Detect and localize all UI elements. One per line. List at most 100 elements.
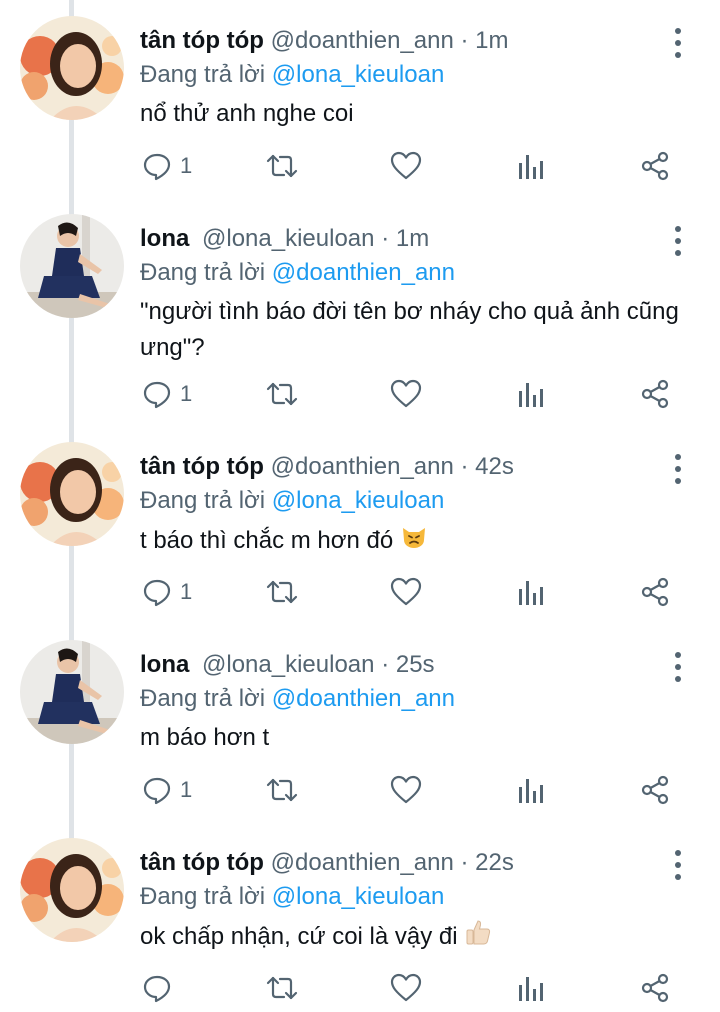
more-options-icon[interactable] [664, 652, 692, 682]
views-icon [519, 977, 543, 1001]
action-bar: 1 [0, 148, 720, 184]
display-name[interactable]: tân tóp tóp [140, 849, 264, 876]
display-name[interactable]: tân tóp tóp [140, 27, 264, 54]
like-button[interactable] [390, 148, 422, 184]
display-name[interactable]: tân tóp tóp [140, 453, 264, 480]
more-options-icon[interactable] [664, 850, 692, 880]
reply-button[interactable]: 1 [142, 772, 192, 808]
views-button[interactable] [517, 772, 545, 808]
share-icon [641, 973, 669, 1003]
timestamp[interactable]: 25s [396, 651, 435, 678]
replying-to: Đang trả lời @doanthien_ann [140, 684, 455, 714]
reply-count: 1 [180, 381, 193, 406]
timestamp[interactable]: 1m [475, 27, 508, 54]
retweet-button[interactable] [264, 772, 300, 808]
replying-to: Đang trả lời @doanthien_ann [140, 258, 455, 288]
reply-icon [143, 975, 171, 1003]
tweet-text-row: ok chấp nhận, cứ coi là vậy đi [140, 918, 700, 957]
views-button[interactable] [517, 574, 545, 610]
tweet-text: m báo hơn t [140, 724, 270, 751]
reply-count: 1 [180, 153, 193, 178]
timestamp[interactable]: 42s [475, 453, 514, 480]
views-icon [519, 581, 543, 605]
avatar[interactable] [20, 214, 124, 318]
timestamp[interactable]: 22s [475, 849, 514, 876]
share-button[interactable] [640, 376, 670, 412]
separator-dot: · [381, 225, 390, 252]
views-button[interactable] [517, 970, 545, 1006]
replying-prefix: Đang trả lời [140, 259, 266, 286]
mention-link[interactable]: @lona_kieuloan [272, 61, 445, 88]
share-button[interactable] [640, 772, 670, 808]
share-button[interactable] [640, 574, 670, 610]
tweet[interactable]: tân tóp tóp @doanthien_ann · 42s Đang tr… [0, 442, 720, 638]
retweet-icon [266, 382, 298, 406]
more-options-icon[interactable] [664, 226, 692, 256]
avatar[interactable] [20, 442, 124, 546]
replying-prefix: Đang trả lời [140, 61, 266, 88]
like-icon [390, 379, 422, 408]
replying-to: Đang trả lời @lona_kieuloan [140, 882, 444, 912]
share-button[interactable] [640, 970, 670, 1006]
user-handle[interactable]: @doanthien_ann [271, 849, 454, 876]
tweet[interactable]: tân tóp tóp @doanthien_ann · 22s Đang tr… [0, 838, 720, 1012]
more-options-icon[interactable] [664, 454, 692, 484]
retweet-button[interactable] [264, 376, 300, 412]
retweet-button[interactable] [264, 970, 300, 1006]
like-button[interactable] [390, 574, 422, 610]
reply-button[interactable]: 1 [142, 574, 192, 610]
views-button[interactable] [517, 148, 545, 184]
mention-link[interactable]: @lona_kieuloan [272, 487, 445, 514]
separator-dot: · [460, 453, 469, 480]
share-icon [641, 577, 669, 607]
avatar[interactable] [20, 838, 124, 942]
separator-dot: · [381, 651, 390, 678]
mention-link[interactable]: @lona_kieuloan [272, 883, 445, 910]
user-handle[interactable]: @doanthien_ann [271, 27, 454, 54]
action-bar: 1 [0, 574, 720, 610]
action-bar: 1 [0, 376, 720, 412]
pouting-cat-emoji [400, 522, 428, 561]
user-handle[interactable]: @lona_kieuloan [202, 225, 375, 252]
separator-dot: · [460, 849, 469, 876]
reply-count: 1 [180, 579, 193, 604]
reply-icon [143, 153, 171, 181]
user-handle[interactable]: @doanthien_ann [271, 453, 454, 480]
display-name[interactable]: lona [140, 225, 189, 252]
tweet[interactable]: lona @lona_kieuloan · 1m Đang trả lời @d… [0, 214, 720, 442]
reply-icon [143, 777, 171, 805]
share-button[interactable] [640, 148, 670, 184]
retweet-button[interactable] [264, 148, 300, 184]
reply-button[interactable] [142, 970, 180, 1006]
mention-link[interactable]: @doanthien_ann [272, 259, 455, 286]
display-name[interactable]: lona [140, 651, 189, 678]
reply-button[interactable]: 1 [142, 148, 192, 184]
views-icon [519, 383, 543, 407]
share-icon [641, 379, 669, 409]
like-button[interactable] [390, 970, 422, 1006]
more-options-icon[interactable] [664, 28, 692, 58]
user-handle[interactable]: @lona_kieuloan [202, 651, 375, 678]
replying-prefix: Đang trả lời [140, 487, 266, 514]
reply-count: 1 [180, 777, 193, 802]
replying-to: Đang trả lời @lona_kieuloan [140, 486, 444, 516]
retweet-button[interactable] [264, 574, 300, 610]
like-icon [390, 775, 422, 804]
tweet[interactable]: lona @lona_kieuloan · 25s Đang trả lời @… [0, 640, 720, 838]
tweet-text: "người tình báo đời tên bơ nháy cho quả … [140, 298, 679, 361]
tweet-text: ok chấp nhận, cứ coi là vậy đi [140, 922, 458, 950]
reply-button[interactable]: 1 [142, 376, 192, 412]
reply-icon [143, 579, 171, 607]
tweet[interactable]: tân tóp tóp @doanthien_ann · 1m Đang trả… [0, 16, 720, 206]
timestamp[interactable]: 1m [396, 225, 429, 252]
like-icon [390, 973, 422, 1002]
retweet-icon [266, 154, 298, 178]
views-button[interactable] [517, 376, 545, 412]
replying-to: Đang trả lời @lona_kieuloan [140, 60, 444, 90]
mention-link[interactable]: @doanthien_ann [272, 685, 455, 712]
avatar[interactable] [20, 640, 124, 744]
like-button[interactable] [390, 772, 422, 808]
avatar[interactable] [20, 16, 124, 120]
tweet-text: t báo thì chắc m hơn đó [140, 526, 394, 554]
like-button[interactable] [390, 376, 422, 412]
